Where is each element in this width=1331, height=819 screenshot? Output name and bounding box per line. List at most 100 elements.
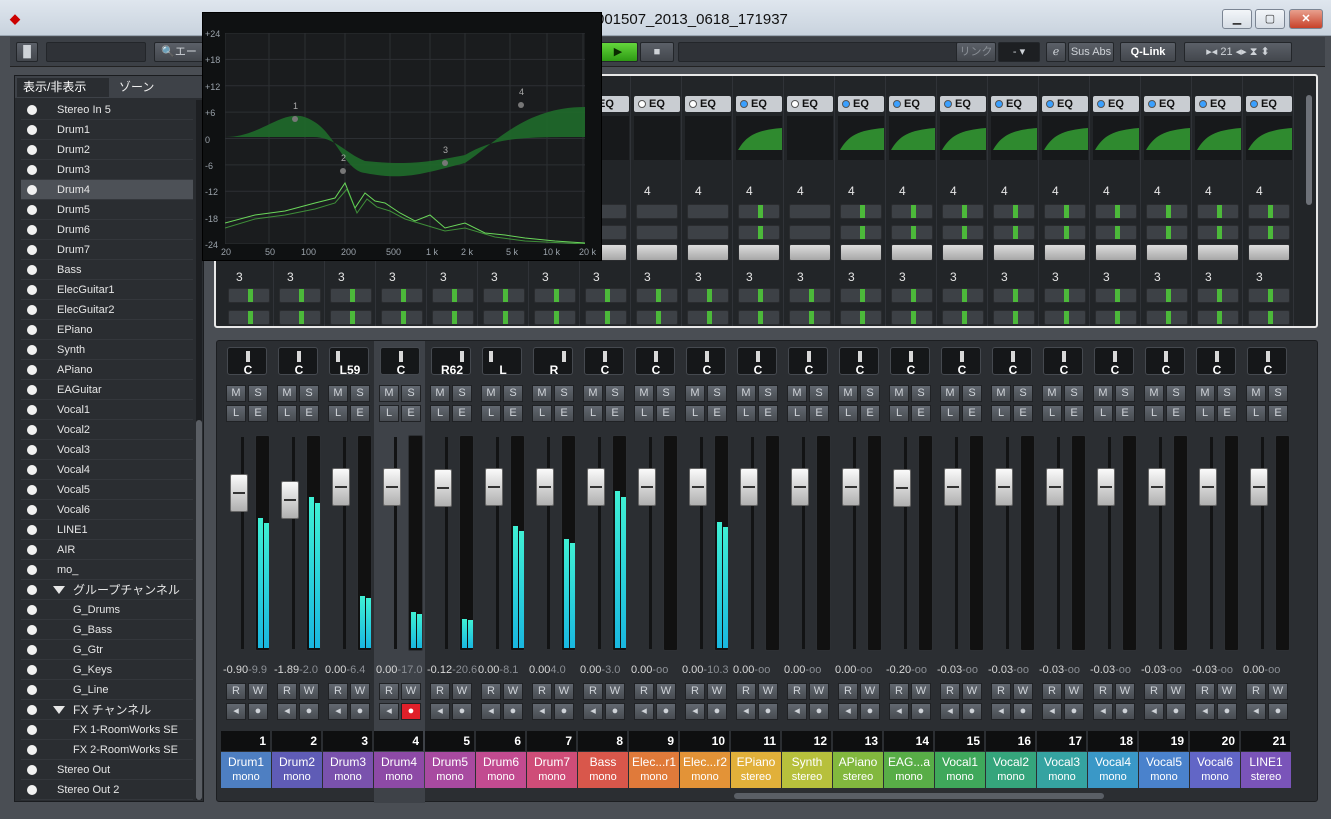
- visibility-item[interactable]: G_Line: [21, 680, 193, 700]
- record-enable-icon[interactable]: ●: [452, 703, 472, 720]
- sus-abs-button[interactable]: Sus Abs: [1068, 42, 1114, 62]
- visibility-dot-icon[interactable]: [27, 605, 37, 615]
- write-automation-button[interactable]: W: [911, 683, 931, 700]
- eq-thumbnail[interactable]: [685, 116, 731, 160]
- channel-name-label[interactable]: Drum3 mono: [323, 752, 373, 788]
- edit-button[interactable]: E: [860, 405, 880, 422]
- eq-slot[interactable]: [840, 204, 882, 219]
- monitor-icon[interactable]: ◂: [634, 703, 654, 720]
- mute-button[interactable]: M: [940, 385, 960, 402]
- read-automation-button[interactable]: R: [379, 683, 399, 700]
- solo-button[interactable]: S: [554, 385, 574, 402]
- monitor-icon[interactable]: ◂: [991, 703, 1011, 720]
- eq-slot[interactable]: [687, 225, 729, 240]
- pan-control[interactable]: C: [1094, 347, 1134, 377]
- eq-slot[interactable]: [738, 244, 780, 261]
- record-enable-icon[interactable]: ●: [605, 703, 625, 720]
- send-slot[interactable]: [279, 288, 321, 303]
- listen-button[interactable]: L: [889, 405, 909, 422]
- edit-button[interactable]: E: [911, 405, 931, 422]
- listen-button[interactable]: L: [736, 405, 756, 422]
- send-slot[interactable]: [1044, 288, 1086, 303]
- send-slot[interactable]: [738, 288, 780, 303]
- solo-button[interactable]: S: [911, 385, 931, 402]
- monitor-icon[interactable]: ◂: [481, 703, 501, 720]
- visibility-dot-icon[interactable]: [27, 645, 37, 655]
- read-automation-button[interactable]: R: [1195, 683, 1215, 700]
- mute-button[interactable]: M: [1246, 385, 1266, 402]
- visibility-item[interactable]: Stereo In 5: [21, 100, 193, 120]
- eq-slot[interactable]: [789, 225, 831, 240]
- pan-control[interactable]: R62: [431, 347, 471, 377]
- solo-button[interactable]: S: [758, 385, 778, 402]
- listen-button[interactable]: L: [991, 405, 1011, 422]
- pan-control[interactable]: C: [890, 347, 930, 377]
- eq-slot[interactable]: [636, 244, 678, 261]
- read-automation-button[interactable]: R: [430, 683, 450, 700]
- volume-value[interactable]: 0.00: [529, 664, 550, 676]
- volume-fader[interactable]: [230, 474, 248, 513]
- eq-slot[interactable]: [636, 204, 678, 219]
- mute-button[interactable]: M: [226, 385, 246, 402]
- eq-radio-icon[interactable]: [1046, 100, 1054, 108]
- solo-button[interactable]: S: [1115, 385, 1135, 402]
- eq-slot[interactable]: [1044, 204, 1086, 219]
- eq-slot[interactable]: [891, 204, 933, 219]
- send-slot[interactable]: [993, 310, 1035, 325]
- expand-triangle-icon[interactable]: [53, 586, 65, 594]
- channel-name-label[interactable]: Vocal3 mono: [1037, 752, 1087, 788]
- solo-button[interactable]: S: [1166, 385, 1186, 402]
- pan-control[interactable]: C: [941, 347, 981, 377]
- mute-button[interactable]: M: [583, 385, 603, 402]
- send-slot[interactable]: [585, 310, 627, 325]
- monitor-icon[interactable]: ◂: [277, 703, 297, 720]
- listen-button[interactable]: L: [1042, 405, 1062, 422]
- visibility-item[interactable]: Vocal5: [21, 480, 193, 500]
- listen-button[interactable]: L: [430, 405, 450, 422]
- eq-curve-popup[interactable]: 1 2 3 4 +24 +18 +12 +6 0 -6 -12 -18 -24 20 50 100 20…: [202, 12, 602, 261]
- listen-button[interactable]: L: [787, 405, 807, 422]
- visibility-item[interactable]: Vocal3: [21, 440, 193, 460]
- volume-value[interactable]: 0.00: [376, 664, 397, 676]
- edit-button[interactable]: E: [656, 405, 676, 422]
- write-automation-button[interactable]: W: [605, 683, 625, 700]
- edit-button[interactable]: E: [758, 405, 778, 422]
- eq-radio-icon[interactable]: [893, 100, 901, 108]
- solo-button[interactable]: S: [350, 385, 370, 402]
- eq-enable-button[interactable]: EQ: [1093, 96, 1139, 112]
- eq-thumbnail[interactable]: [634, 116, 680, 160]
- monitor-icon[interactable]: ◂: [1144, 703, 1164, 720]
- eq-slot[interactable]: [1044, 225, 1086, 240]
- eq-enable-button[interactable]: EQ: [634, 96, 680, 112]
- read-automation-button[interactable]: R: [685, 683, 705, 700]
- visibility-item[interactable]: グループチャンネル: [21, 580, 193, 600]
- eq-slot[interactable]: [1146, 225, 1188, 240]
- solo-button[interactable]: S: [656, 385, 676, 402]
- record-enable-icon[interactable]: ●: [299, 703, 319, 720]
- send-slot[interactable]: [1146, 288, 1188, 303]
- mute-button[interactable]: M: [379, 385, 399, 402]
- write-automation-button[interactable]: W: [350, 683, 370, 700]
- visibility-item[interactable]: mo_: [21, 560, 193, 580]
- volume-value[interactable]: 0.00: [478, 664, 499, 676]
- send-slot[interactable]: [1095, 288, 1137, 303]
- read-automation-button[interactable]: R: [328, 683, 348, 700]
- mute-button[interactable]: M: [532, 385, 552, 402]
- send-slot[interactable]: [942, 288, 984, 303]
- visibility-dot-icon[interactable]: [27, 265, 37, 275]
- read-automation-button[interactable]: R: [532, 683, 552, 700]
- monitor-icon[interactable]: ◂: [685, 703, 705, 720]
- volume-fader[interactable]: [638, 467, 656, 506]
- eq-slot[interactable]: [840, 244, 882, 261]
- eq-enable-button[interactable]: EQ: [736, 96, 782, 112]
- mute-button[interactable]: M: [1093, 385, 1113, 402]
- solo-button[interactable]: S: [860, 385, 880, 402]
- visibility-item[interactable]: FX チャンネル: [21, 700, 193, 720]
- eq-slot[interactable]: [789, 204, 831, 219]
- eq-radio-icon[interactable]: [1097, 100, 1105, 108]
- monitor-icon[interactable]: ◂: [430, 703, 450, 720]
- stop-button[interactable]: ■: [640, 42, 674, 62]
- edit-button[interactable]: E: [1268, 405, 1288, 422]
- eq-slot[interactable]: [687, 244, 729, 261]
- mute-button[interactable]: M: [838, 385, 858, 402]
